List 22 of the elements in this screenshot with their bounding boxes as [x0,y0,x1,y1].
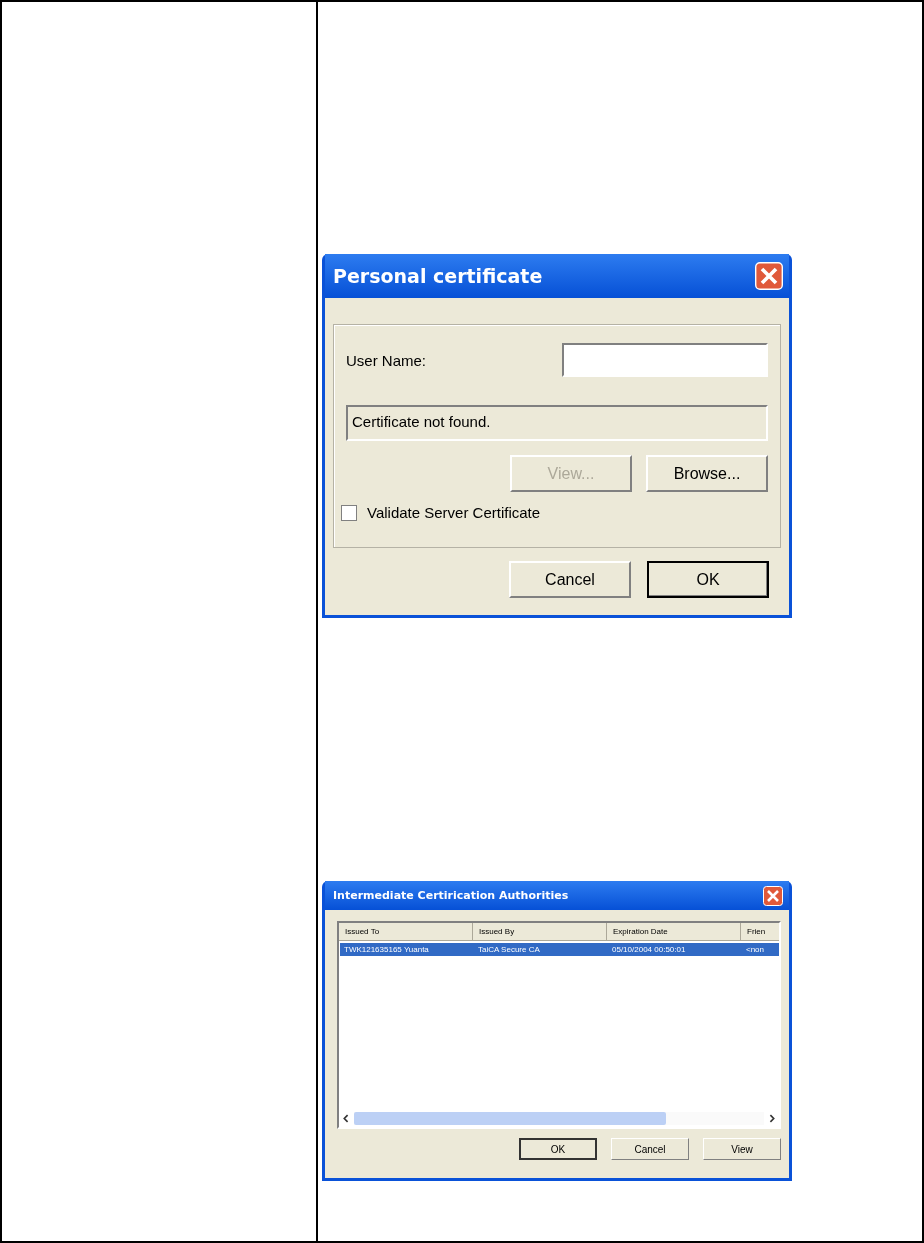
cancel-button[interactable]: Cancel [611,1138,689,1160]
user-name-field[interactable] [562,343,768,377]
close-icon[interactable] [763,885,783,906]
field-label: User Name: [346,351,427,369]
column-header[interactable]: Issued By [473,923,607,941]
window-title: Personal certificate [333,265,543,287]
browse-button[interactable]: Browse... [646,455,768,492]
window-title: Intermediate Certirication Authorities [333,889,569,902]
ok-button[interactable]: OK [519,1138,597,1160]
column-header[interactable]: Frien [741,923,779,941]
status-field: Certificate not found. [346,405,768,441]
ok-button[interactable]: OK [647,561,769,598]
scrollbar-thumb[interactable] [354,1112,666,1125]
cancel-button[interactable]: Cancel [509,561,631,598]
checkbox-label: Validate Server Certificate [367,504,541,521]
view-button[interactable]: View [703,1138,781,1160]
column-header[interactable]: Issued To [339,923,473,941]
close-icon[interactable] [755,262,783,290]
checkbox[interactable] [341,504,357,521]
scrollbar-track[interactable] [354,1112,764,1125]
list-row[interactable]: TWK121635165 Yuanta TaiCA Secure CA 05/10/2004 00:50:01 <non [340,943,779,956]
column-header[interactable]: Expiration Date [607,923,741,941]
